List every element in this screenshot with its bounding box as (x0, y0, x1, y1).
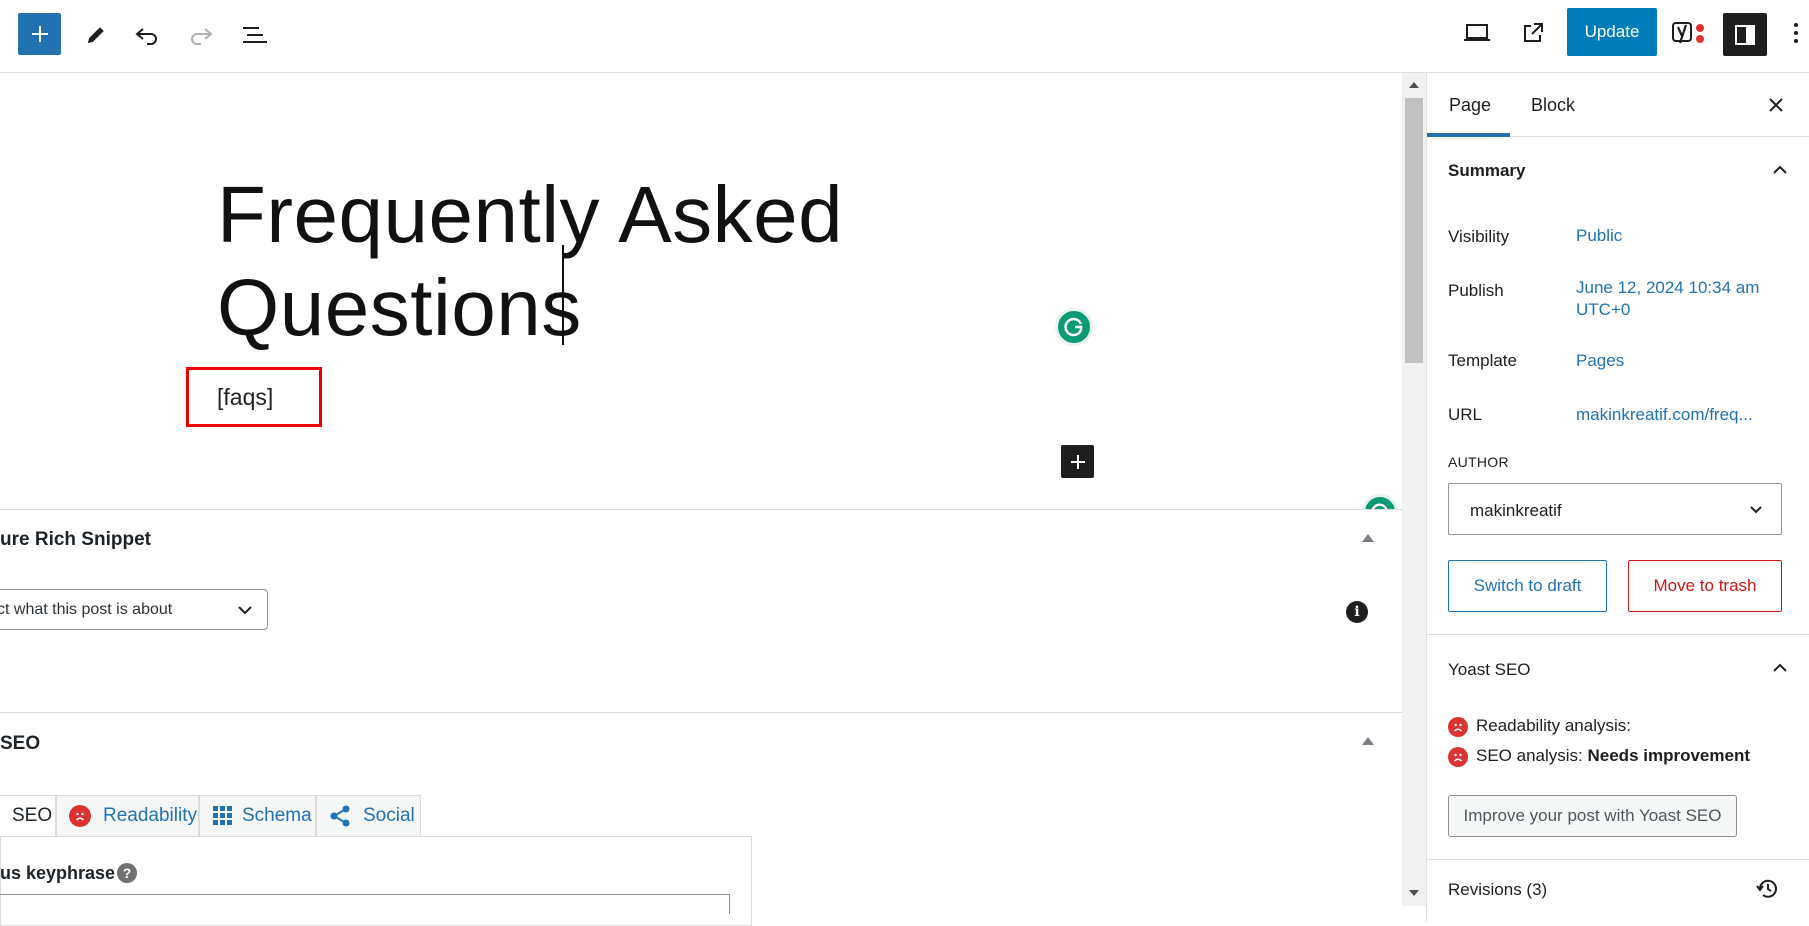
chevron-up-icon[interactable] (1770, 658, 1790, 678)
focus-keyphrase-input[interactable] (0, 894, 730, 914)
desktop-icon (1464, 24, 1490, 41)
settings-sidebar-toggle[interactable] (1723, 13, 1767, 56)
publish-timezone: UTC+0 (1576, 300, 1631, 319)
chevron-down-icon (238, 606, 252, 615)
collapse-arrow-icon[interactable] (1362, 737, 1374, 745)
improve-with-yoast-button[interactable]: Improve your post with Yoast SEO (1448, 795, 1737, 837)
visibility-value[interactable]: Public (1576, 225, 1622, 247)
yoast-metabox-title[interactable]: SEO (0, 733, 40, 755)
switch-to-draft-button[interactable]: Switch to draft (1448, 560, 1607, 612)
move-to-trash-button[interactable]: Move to trash (1628, 560, 1782, 612)
publish-date: June 12, 2024 10:34 am (1576, 278, 1760, 297)
plus-icon (1070, 454, 1085, 469)
block-inserter-button[interactable] (1061, 445, 1094, 478)
yoast-panel-heading[interactable]: Yoast SEO (1448, 660, 1531, 680)
editor-header: Update (0, 0, 1809, 73)
collapse-arrow-icon[interactable] (1362, 534, 1374, 542)
author-value: makinkreatif (1470, 501, 1562, 520)
tab-label: Social (363, 805, 415, 826)
panel-divider (1427, 634, 1809, 635)
snippet-type-select[interactable]: ct what this post is about (0, 589, 268, 630)
author-select[interactable]: makinkreatif (1448, 483, 1782, 535)
publish-label: Publish (1448, 281, 1504, 300)
pencil-icon (88, 27, 104, 43)
tab-block[interactable]: Block (1531, 95, 1575, 116)
document-overview-button[interactable] (237, 17, 273, 53)
redo-icon (191, 28, 213, 45)
active-tab-indicator (1427, 133, 1510, 137)
panel-divider (1427, 859, 1809, 860)
url-value[interactable]: makinkreatif.com/freq... (1576, 404, 1753, 426)
readability-analysis-text: Readability analysis: (1476, 716, 1631, 735)
settings-sidebar: Page Block Summary Visibility Public Pub… (1426, 73, 1809, 922)
plus-icon (31, 26, 48, 42)
options-menu-button[interactable] (1786, 14, 1806, 52)
scroll-up-icon (1409, 82, 1419, 88)
sad-face-icon (1448, 717, 1468, 737)
shortcode-block[interactable]: [faqs] (186, 367, 322, 427)
post-title-line: Frequently Asked (217, 170, 844, 259)
info-icon[interactable]: i (1346, 601, 1368, 623)
snippet-type-placeholder: ct what this post is about (0, 601, 173, 618)
scrollbar-thumb[interactable] (1405, 98, 1423, 363)
sidebar-tabs: Page Block (1427, 73, 1809, 137)
post-title[interactable]: Frequently Asked Questions (217, 168, 843, 354)
yoast-button[interactable] (1668, 14, 1708, 52)
publish-value[interactable]: June 12, 2024 10:34 am UTC+0 (1576, 277, 1759, 321)
template-value[interactable]: Pages (1576, 350, 1624, 372)
yoast-heading-text: Yoast SEO (1448, 660, 1531, 679)
tab-page[interactable]: Page (1449, 95, 1491, 116)
grammarly-icon[interactable] (1055, 308, 1093, 346)
external-link-icon (1524, 23, 1543, 42)
undo-icon (135, 28, 157, 45)
focus-keyphrase-label: us keyphrase (0, 863, 116, 883)
tab-social[interactable]: Social (316, 795, 421, 837)
tab-label: Readability (103, 805, 197, 826)
add-block-button[interactable] (18, 13, 61, 55)
shortcode-text: [faqs] (217, 384, 274, 410)
text-caret (562, 245, 564, 345)
close-icon[interactable] (1766, 95, 1786, 115)
chevron-up-icon[interactable] (1770, 160, 1790, 180)
redo-button[interactable] (183, 17, 219, 53)
list-view-icon (243, 27, 267, 43)
seo-analysis-text: SEO analysis: Needs improvement (1476, 746, 1750, 766)
view-page-button[interactable] (1513, 14, 1553, 52)
edit-tools-button[interactable] (78, 17, 114, 53)
tab-seo[interactable]: SEO (0, 795, 56, 837)
help-icon[interactable]: ? (117, 863, 137, 883)
share-icon (330, 805, 350, 827)
tab-schema[interactable]: Schema (199, 795, 316, 837)
sad-face-icon (69, 805, 91, 827)
history-icon (1756, 879, 1777, 898)
revisions-link[interactable]: Revisions (3) (1448, 880, 1547, 900)
url-label: URL (1448, 405, 1483, 424)
sad-face-icon (1448, 747, 1468, 767)
rich-snippet-title[interactable]: ure Rich Snippet (0, 529, 151, 551)
sidebar-icon (1735, 24, 1755, 45)
seo-analysis-prefix: SEO analysis: (1476, 746, 1583, 765)
template-label: Template (1448, 351, 1517, 370)
author-label: AUTHOR (1448, 454, 1509, 470)
tab-readability[interactable]: Readability (56, 795, 199, 837)
visibility-label: Visibility (1448, 227, 1510, 246)
grid-icon (213, 806, 232, 825)
tab-label: Schema (242, 805, 312, 826)
undo-button[interactable] (129, 17, 165, 53)
post-title-line: Questions (217, 263, 582, 352)
editor-scrollbar[interactable] (1402, 73, 1426, 906)
preview-button[interactable] (1457, 14, 1497, 52)
more-vertical-icon (1794, 23, 1798, 43)
chevron-down-icon (1750, 506, 1762, 514)
seo-analysis-status: Needs improvement (1587, 746, 1751, 765)
update-button[interactable]: Update (1567, 8, 1657, 56)
tab-label: SEO (12, 805, 53, 826)
yoast-icon (1672, 22, 1704, 44)
scroll-down-icon (1409, 890, 1419, 896)
summary-heading[interactable]: Summary (1448, 161, 1525, 181)
